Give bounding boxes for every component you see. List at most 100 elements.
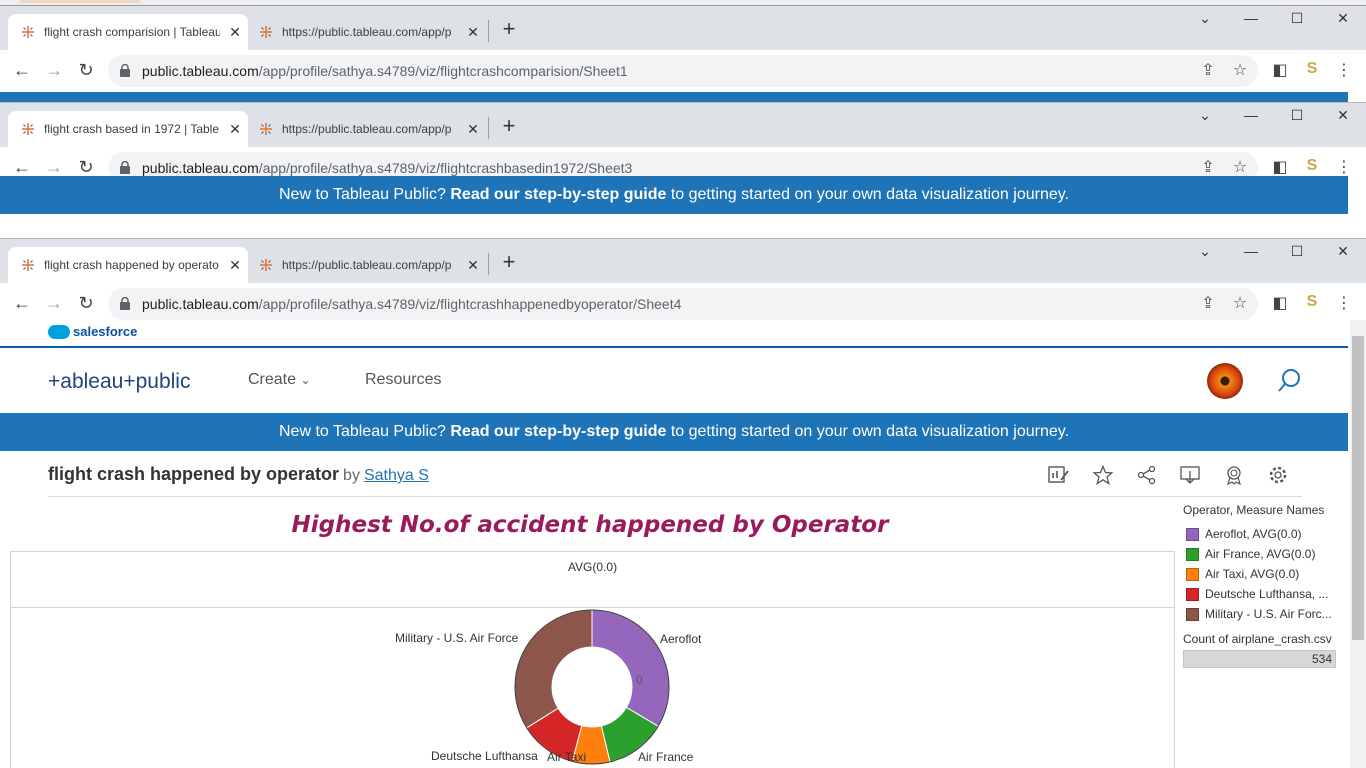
menu-kebab-icon[interactable]: ⋮	[1334, 293, 1354, 313]
bookmark-star-icon[interactable]: ☆	[1230, 60, 1250, 80]
address-bar[interactable]: public.tableau.com/app/profile/sathya.s4…	[108, 288, 1258, 320]
close-tab-icon[interactable]: ✕	[228, 257, 242, 274]
share-viz-icon[interactable]	[1137, 465, 1157, 485]
tab-active[interactable]: flight crash based in 1972 | Table ✕	[8, 111, 248, 147]
pie-label-lufthansa: Deutsche Lufthansa	[431, 749, 538, 763]
tableau-favicon-icon	[22, 123, 34, 135]
lock-icon	[120, 64, 130, 77]
salesforce-logo[interactable]: salesforce	[48, 324, 137, 339]
maximize-icon[interactable]: ☐	[1282, 243, 1312, 260]
tab-divider	[488, 20, 489, 42]
tab-search-icon[interactable]: ⌄	[1190, 243, 1220, 260]
tableau-favicon-icon	[260, 259, 272, 271]
side-panel-icon[interactable]: ◧	[1270, 293, 1290, 313]
count-legend: Count of airplane_crash.csv 534	[1183, 632, 1343, 668]
back-icon[interactable]: ←	[11, 157, 33, 178]
forward-icon[interactable]: →	[43, 157, 65, 178]
donut-chart[interactable]	[11, 552, 1174, 768]
side-panel-icon[interactable]: ◧	[1270, 60, 1290, 80]
tab-active[interactable]: flight crash comparision | Tableau ✕	[8, 14, 248, 50]
favorite-star-icon[interactable]	[1093, 465, 1113, 485]
reload-icon[interactable]: ↻	[75, 60, 97, 81]
tab-active[interactable]: flight crash happened by operato ✕	[8, 247, 248, 283]
tab-second[interactable]: https://public.tableau.com/app/p ✕	[250, 111, 486, 147]
legend-item[interactable]: Deutsche Lufthansa, ...	[1183, 584, 1343, 604]
new-tab-icon[interactable]: +	[497, 16, 521, 42]
legend-item[interactable]: Air France, AVG(0.0)	[1183, 544, 1343, 564]
reload-icon[interactable]: ↻	[75, 157, 97, 178]
share-icon[interactable]: ⇪	[1198, 157, 1218, 177]
tab-title: https://public.tableau.com/app/p	[282, 25, 452, 39]
pie-slice-aeroflot[interactable]	[591, 609, 670, 727]
reload-icon[interactable]: ↻	[75, 293, 97, 314]
close-tab-icon[interactable]: ✕	[228, 121, 242, 138]
close-tab-icon[interactable]: ✕	[466, 121, 480, 138]
forward-icon[interactable]: →	[43, 293, 65, 314]
legend-swatch	[1186, 547, 1199, 561]
download-icon[interactable]	[1180, 465, 1200, 485]
tableau-favicon-icon	[260, 123, 272, 135]
extension-icon[interactable]: S	[1302, 293, 1322, 311]
legend: Operator, Measure Names Aeroflot, AVG(0.…	[1183, 503, 1343, 668]
close-window-icon[interactable]: ✕	[1328, 243, 1358, 260]
share-icon[interactable]: ⇪	[1198, 293, 1218, 313]
close-tab-icon[interactable]: ✕	[466, 257, 480, 274]
browser-toolbar: ← → ↻ public.tableau.com/app/profile/sat…	[0, 50, 1366, 92]
menu-kebab-icon[interactable]: ⋮	[1334, 157, 1354, 177]
badge-icon[interactable]	[1224, 465, 1244, 485]
maximize-icon[interactable]: ☐	[1282, 10, 1312, 27]
guide-link[interactable]: Read our step-by-step guide	[450, 186, 666, 203]
nav-resources[interactable]: Resources	[365, 371, 441, 389]
menu-kebab-icon[interactable]: ⋮	[1334, 60, 1354, 80]
tab-search-icon[interactable]: ⌄	[1190, 107, 1220, 124]
back-icon[interactable]: ←	[11, 60, 33, 81]
legend-item[interactable]: Air Taxi, AVG(0.0)	[1183, 564, 1343, 584]
close-tab-icon[interactable]: ✕	[228, 24, 242, 41]
extension-icon[interactable]: S	[1302, 157, 1322, 175]
close-window-icon[interactable]: ✕	[1328, 107, 1358, 124]
legend-title: Operator, Measure Names	[1183, 503, 1325, 517]
close-tab-icon[interactable]: ✕	[466, 24, 480, 41]
lock-icon	[120, 297, 130, 310]
bookmark-star-icon[interactable]: ☆	[1230, 293, 1250, 313]
close-window-icon[interactable]: ✕	[1328, 10, 1358, 27]
legend-item[interactable]: Aeroflot, AVG(0.0)	[1183, 524, 1343, 544]
tab-strip: flight crash comparision | Tableau ✕ htt…	[0, 6, 1366, 50]
new-tab-icon[interactable]: +	[497, 249, 521, 275]
legend-swatch	[1186, 607, 1199, 621]
minimize-icon[interactable]: —	[1236, 243, 1266, 259]
tableau-favicon-icon	[22, 26, 34, 38]
divider	[48, 496, 1302, 497]
author-link[interactable]: Sathya S	[364, 467, 429, 484]
guide-link[interactable]: Read our step-by-step guide	[450, 423, 666, 440]
share-icon[interactable]: ⇪	[1198, 60, 1218, 80]
minimize-icon[interactable]: —	[1236, 107, 1266, 123]
pie-slice-military-u-s-air-force[interactable]	[514, 609, 593, 729]
back-icon[interactable]: ←	[11, 293, 33, 314]
legend-swatch	[1186, 527, 1199, 541]
edit-viz-icon[interactable]	[1048, 465, 1070, 485]
tab-second[interactable]: https://public.tableau.com/app/p ✕	[250, 247, 486, 283]
count-title: Count of airplane_crash.csv	[1183, 632, 1332, 646]
pie-label-military: Military - U.S. Air Force	[395, 631, 519, 645]
tableau-public-logo[interactable]: +ableau+public	[48, 370, 190, 394]
extension-icon[interactable]: S	[1302, 60, 1322, 78]
tab-divider	[488, 253, 489, 275]
new-tab-icon[interactable]: +	[497, 113, 521, 139]
nav-create[interactable]: Create ⌄	[248, 371, 311, 389]
maximize-icon[interactable]: ☐	[1282, 107, 1312, 124]
side-panel-icon[interactable]: ◧	[1270, 157, 1290, 177]
address-bar[interactable]: public.tableau.com/app/profile/sathya.s4…	[108, 55, 1258, 87]
forward-icon[interactable]: →	[43, 60, 65, 81]
gear-icon[interactable]	[1268, 465, 1288, 485]
scrollbar-thumb[interactable]	[1352, 336, 1364, 640]
avatar[interactable]	[1207, 363, 1243, 399]
bookmark-star-icon[interactable]: ☆	[1230, 157, 1250, 177]
page-scrollbar[interactable]	[1350, 320, 1366, 768]
minimize-icon[interactable]: —	[1236, 10, 1266, 26]
search-icon[interactable]	[1276, 368, 1302, 394]
legend-item[interactable]: Military - U.S. Air Forc...	[1183, 604, 1343, 624]
tab-search-icon[interactable]: ⌄	[1190, 10, 1220, 27]
tab-second[interactable]: https://public.tableau.com/app/p ✕	[250, 14, 486, 50]
url-text: public.tableau.com/app/profile/sathya.s4…	[142, 296, 682, 312]
